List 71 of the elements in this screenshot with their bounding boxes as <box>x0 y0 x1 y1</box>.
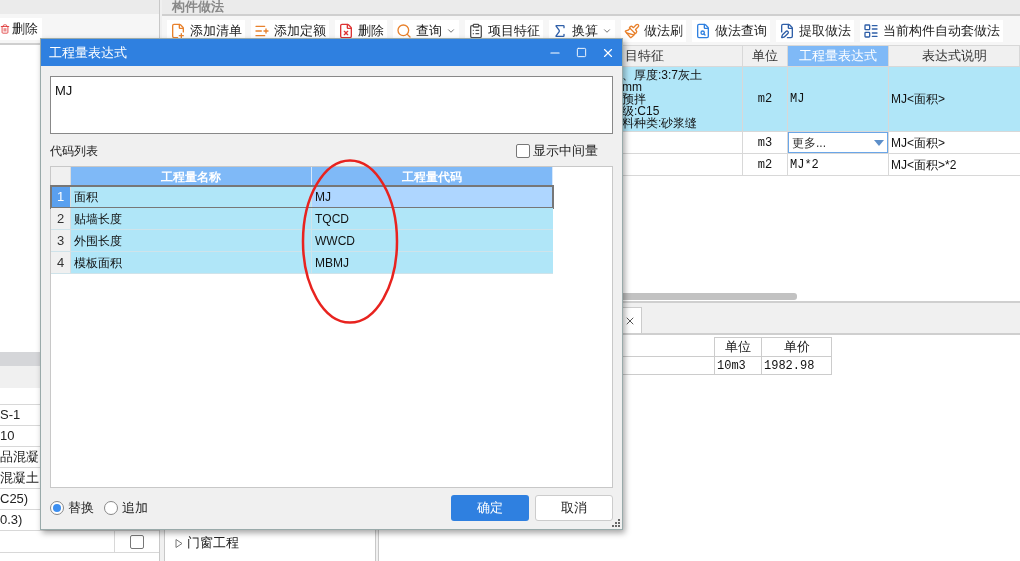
toolbar-button[interactable]: 做法查询 <box>692 19 770 42</box>
feature-line: 预拌 <box>622 93 647 105</box>
row-number: 2 <box>56 209 65 228</box>
delete-icon <box>0 22 10 35</box>
table-cell-text: 混凝土 <box>0 469 39 488</box>
delete-button[interactable]: 删除 <box>0 17 42 40</box>
grid-row[interactable]: 4 模板面积 MBMJ <box>51 252 553 274</box>
column-header[interactable]: 表达式说明 <box>889 46 1020 66</box>
table-cell-text: 模板面积 <box>74 254 122 272</box>
confirm-button[interactable]: 确定 <box>451 495 529 521</box>
table-cell-text: C25) <box>0 490 29 509</box>
table-cell-text: MJ*2 <box>789 156 819 174</box>
table-cell-text: MBMJ <box>315 254 349 272</box>
table-cell-text: 面积 <box>74 188 98 206</box>
checkbox[interactable] <box>130 534 144 549</box>
table-cell-text: 品混凝 <box>0 448 39 467</box>
table-cell-text: m2 <box>757 91 773 108</box>
table-cell-text: 1982.98 <box>764 357 815 375</box>
grid-row[interactable]: 1 面积 MJ <box>51 186 553 208</box>
file-search-icon <box>695 22 711 39</box>
table-cell-text: MJ <box>315 188 331 206</box>
file-delete-icon <box>338 22 354 39</box>
list-label: 代码列表 <box>50 143 98 160</box>
expression-dropdown[interactable]: 更多... <box>788 132 888 153</box>
toolbar-button[interactable]: 做法刷 <box>621 19 686 42</box>
clipboard-icon <box>468 22 484 39</box>
tree-item[interactable]: 门窗工程 <box>175 535 239 551</box>
column-header: 单位 <box>714 337 761 357</box>
panel-title: 构件做法 <box>172 0 224 14</box>
table-cell-text: 外围长度 <box>74 232 122 250</box>
radio-button[interactable]: 追加 <box>104 498 148 518</box>
expression-field[interactable]: MJ <box>50 76 613 134</box>
toolbar-button[interactable]: 当前构件自动套做法 <box>860 19 1003 42</box>
resize-grip-icon <box>612 519 620 527</box>
scrollbar-thumb[interactable] <box>620 293 797 300</box>
radio-button[interactable]: 替换 <box>50 498 94 518</box>
grid-row[interactable]: 2 贴墙长度 TQCD <box>51 208 553 230</box>
show-intermediate-checkbox[interactable]: 显示中间量 <box>516 141 598 161</box>
table-cell-text: 贴墙长度 <box>74 210 122 228</box>
feature-line: 、厚度:3:7灰土 <box>622 69 703 81</box>
file-plus-icon <box>170 22 186 39</box>
row-number: 4 <box>56 253 65 272</box>
table-cell-text: 10 <box>0 427 15 446</box>
table-cell-text: 10m3 <box>717 357 746 375</box>
paintbrush-icon <box>624 22 640 39</box>
sigma-icon <box>552 22 568 39</box>
row-number: 1 <box>56 187 65 206</box>
toolbar-button[interactable]: 提取做法 <box>776 19 854 42</box>
table-cell-text: MJ<面积> <box>890 91 945 108</box>
maximize-icon[interactable] <box>576 47 587 58</box>
table-cell-text: m2 <box>757 156 773 174</box>
feature-line: 料种类:砂浆缝 <box>622 117 699 129</box>
cancel-button[interactable]: 取消 <box>535 495 613 521</box>
feature-line: mm <box>622 81 642 93</box>
table-cell-text: m3 <box>757 134 773 152</box>
table-cell-text: TQCD <box>315 210 349 228</box>
window-title: 工程量表达式 <box>49 43 128 62</box>
grid-row[interactable]: 3 外围长度 WWCD <box>51 230 553 252</box>
feature-line: 级:C15 <box>622 105 660 117</box>
dropdown-arrow-icon <box>874 139 884 146</box>
file-edit-icon <box>779 22 795 39</box>
table-cell-text: MJ<面积> <box>890 134 945 152</box>
table-cell-text: MJ<面积>*2 <box>890 156 957 174</box>
column-header: 单价 <box>761 337 832 357</box>
search-icon <box>396 22 412 39</box>
table-cell-text: WWCD <box>315 232 355 250</box>
row-number: 3 <box>56 231 65 250</box>
table-cell-text: 0.3) <box>0 511 23 530</box>
table-cell-text: MJ <box>789 91 805 108</box>
list-layout-icon <box>863 22 879 39</box>
table-cell-text: S-1 <box>0 406 21 425</box>
